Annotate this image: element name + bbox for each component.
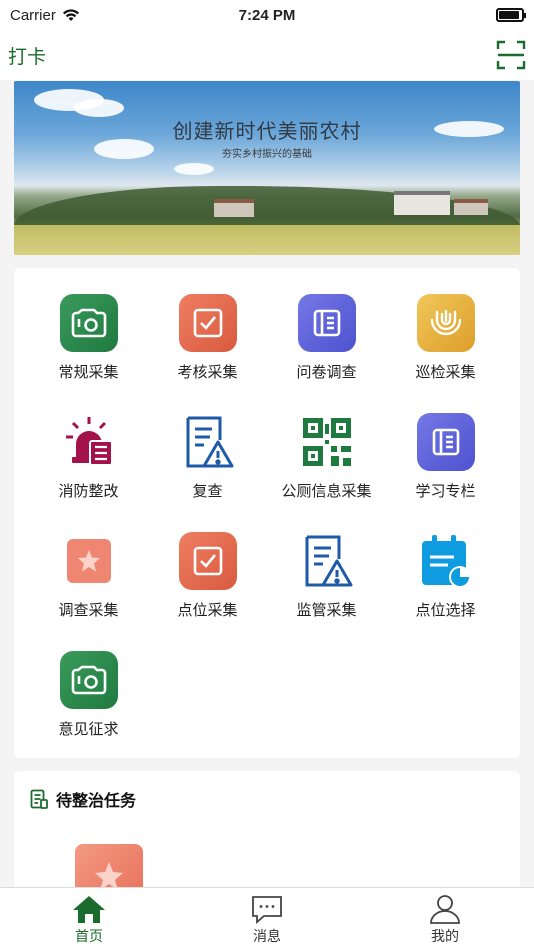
status-bar: Carrier 7:24 PM xyxy=(0,0,534,30)
banner-subtitle: 夯实乡村振兴的基础 xyxy=(222,149,312,160)
alarm-light-icon xyxy=(60,413,118,471)
task-list-icon xyxy=(30,789,48,809)
grid-item-label: 问卷调查 xyxy=(296,363,357,381)
grid-item-label: 监管采集 xyxy=(296,601,357,619)
battery-icon xyxy=(496,8,526,22)
tab-profile[interactable]: 我的 xyxy=(356,888,534,950)
grid-item-label: 复查 xyxy=(192,482,223,500)
grid-item-patrol-collection[interactable]: 巡检采集 xyxy=(386,290,505,409)
grid-item-label: 调查采集 xyxy=(58,601,119,619)
document-icon xyxy=(297,294,356,352)
pending-tasks-title: 待整治任务 xyxy=(56,791,137,810)
grid-item-label: 考核采集 xyxy=(177,363,238,381)
report-warning-icon xyxy=(298,532,356,590)
grid-item-questionnaire[interactable]: 问卷调查 xyxy=(267,290,386,409)
qr-code-icon xyxy=(298,413,356,471)
nav-bar: 打卡 xyxy=(0,30,534,80)
grid-item-fire-rectification[interactable]: 消防整改 xyxy=(29,409,148,528)
grid-item-toilet-info-collection[interactable]: 公厕信息采集 xyxy=(267,409,386,528)
camera-icon xyxy=(59,294,118,352)
checkbox-icon xyxy=(178,532,237,590)
status-time: 7:24 PM xyxy=(238,6,296,24)
calendar-chart-icon xyxy=(417,532,475,590)
grid-item-label: 意见征求 xyxy=(58,720,119,738)
document-icon xyxy=(416,413,475,471)
wifi-icon xyxy=(62,8,79,21)
scan-button[interactable] xyxy=(496,40,526,70)
tab-messages[interactable]: 消息 xyxy=(178,888,356,950)
checkbox-icon xyxy=(178,294,237,352)
grid-item-learning-column[interactable]: 学习专栏 xyxy=(386,409,505,528)
carrier-label: Carrier xyxy=(10,6,56,24)
grid-item-label: 点位采集 xyxy=(177,601,238,619)
banner-image[interactable]: 创建新时代美丽农村 夯实乡村振兴的基础 xyxy=(14,81,520,255)
grid-item-point-selection[interactable]: 点位选择 xyxy=(386,528,505,647)
feature-grid-card: 常规采集 考核采集 问卷调查 巡检采集 消防整改 复查 公厕信息采集 学习专栏 … xyxy=(14,268,520,758)
report-warning-icon xyxy=(179,413,237,471)
grid-item-label: 消防整改 xyxy=(58,482,119,500)
tab-label: 我的 xyxy=(431,929,459,945)
grid-item-assessment-collection[interactable]: 考核采集 xyxy=(148,290,267,409)
message-icon xyxy=(252,896,282,924)
grid-item-point-collection[interactable]: 点位采集 xyxy=(148,528,267,647)
pending-tasks-header: 待整治任务 xyxy=(30,787,136,811)
home-icon xyxy=(73,896,105,923)
star-icon xyxy=(60,532,118,590)
feature-grid: 常规采集 考核采集 问卷调查 巡检采集 消防整改 复查 公厕信息采集 学习专栏 … xyxy=(14,290,520,766)
tab-label: 首页 xyxy=(75,929,103,945)
grid-item-routine-collection[interactable]: 常规采集 xyxy=(29,290,148,409)
grid-item-label: 学习专栏 xyxy=(415,482,476,500)
tab-home[interactable]: 首页 xyxy=(0,888,178,950)
tab-bar: 首页 消息 我的 xyxy=(0,887,534,950)
grid-item-recheck[interactable]: 复查 xyxy=(148,409,267,528)
grid-item-label: 点位选择 xyxy=(415,601,476,619)
scan-icon xyxy=(496,40,526,70)
status-left: Carrier xyxy=(10,7,80,24)
banner-title: 创建新时代美丽农村 xyxy=(172,119,362,143)
grid-item-label: 常规采集 xyxy=(58,363,119,381)
camera-icon xyxy=(59,651,118,709)
grid-item-survey-collection[interactable]: 调查采集 xyxy=(29,528,148,647)
user-icon xyxy=(430,895,460,924)
tab-label: 消息 xyxy=(253,929,281,945)
fingerprint-icon xyxy=(416,294,475,352)
grid-item-label: 公厕信息采集 xyxy=(281,482,372,500)
grid-item-supervision-collection[interactable]: 监管采集 xyxy=(267,528,386,647)
pending-tasks-card: 待整治任务 xyxy=(14,771,520,894)
page-title: 打卡 xyxy=(8,45,47,68)
grid-item-opinion-solicitation[interactable]: 意见征求 xyxy=(29,647,148,766)
grid-item-label: 巡检采集 xyxy=(415,363,476,381)
